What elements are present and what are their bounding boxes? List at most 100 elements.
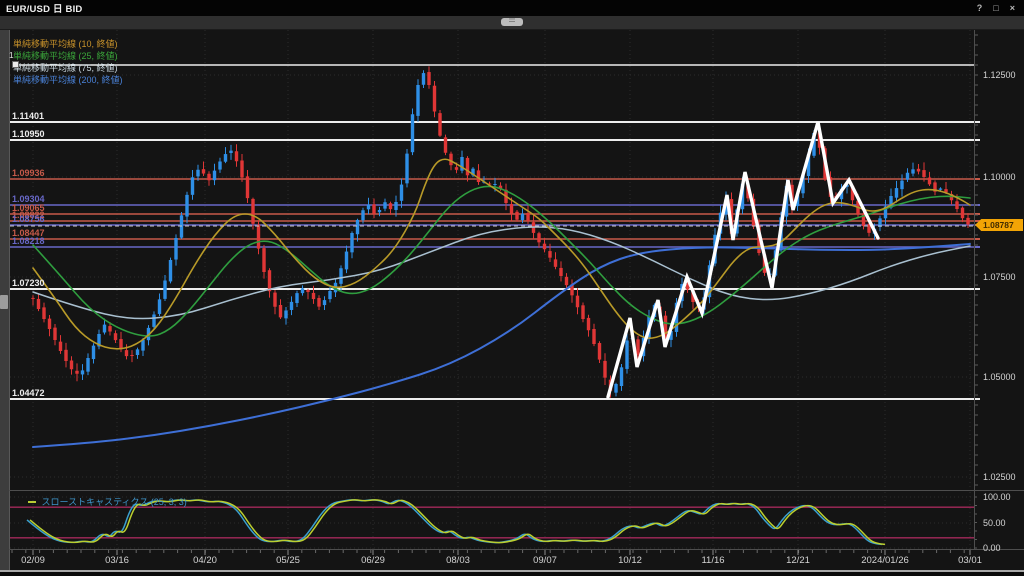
candle-body (168, 260, 173, 282)
candle-body (124, 350, 129, 357)
level-axis-mark (974, 238, 980, 240)
candle-body (410, 114, 415, 153)
candle-body (80, 370, 85, 375)
divider-stoch-bottom (9, 549, 1024, 550)
collapse-handle-button[interactable]: ::: (501, 18, 523, 26)
candle-body (548, 251, 552, 258)
price-tick-label: 1.05000 (983, 372, 1016, 382)
stoch-legend-label: スローストキャスティクス (25, 3, 3) (41, 497, 187, 507)
candle-body (256, 224, 261, 249)
level-price-label: 1.09936 (12, 168, 45, 178)
candle-body (911, 169, 915, 174)
candle-body (432, 85, 437, 112)
candle-body (218, 161, 222, 170)
candle-body (229, 150, 233, 154)
candle-body (267, 270, 272, 292)
date-label: 04/20 (193, 555, 217, 566)
stoch-legend[interactable]: スローストキャスティクス (25, 3, 3) (28, 495, 187, 508)
date-label: 03/01 (958, 555, 982, 566)
candle-body (416, 85, 420, 116)
candle-body (245, 176, 250, 199)
price-tick-label: 1.02500 (983, 472, 1016, 482)
candle-body (278, 304, 283, 318)
candle-body (322, 300, 327, 306)
level-axis-mark (974, 398, 980, 400)
level-price-label: 1.11401 (12, 111, 45, 121)
main-plot-layer (10, 30, 974, 490)
date-label: 03/16 (105, 555, 129, 566)
candle-body (141, 339, 145, 351)
candle-body (190, 177, 195, 195)
stoch-tick-label: 50.00 (983, 518, 1006, 528)
date-axis[interactable]: 02/09 03/16 04/20 05/25 06/29 08/03 09/07 10/12… (9, 552, 986, 570)
candle-body (113, 333, 118, 341)
price-tick-label: 1.10000 (983, 172, 1016, 182)
candle-body (900, 180, 904, 190)
candle-body (625, 340, 629, 369)
candle-body (966, 217, 970, 225)
candle-body (520, 213, 525, 221)
legend-item-sma[interactable]: 単純移動平均線 (200, 終値) (13, 73, 123, 86)
candle-body (163, 280, 167, 299)
date-label: 05/25 (276, 555, 300, 566)
drawn-line-number-label: 1 (9, 51, 14, 60)
title-bar: EUR/USD 日 BID ? □ × (0, 0, 1024, 16)
candle-body (311, 292, 316, 300)
candle-body (212, 170, 217, 181)
drawn-line-handle[interactable] (12, 61, 19, 68)
level-price-label: 1.04472 (12, 388, 45, 398)
candle-body (251, 198, 255, 224)
candle-body (196, 169, 200, 177)
candle-body (91, 345, 96, 360)
candle-body (174, 238, 178, 260)
sma25-line (32, 185, 971, 337)
candle-body (223, 154, 228, 162)
candle-body (955, 201, 959, 209)
zigzag-drawing (606, 121, 880, 399)
level-axis-mark (974, 121, 980, 123)
date-label: 12/21 (786, 555, 810, 566)
candle-body (75, 370, 79, 374)
chart-window: EUR/USD 日 BID ? □ × ::: 単純移動平均線 (10, 終値)… (0, 0, 1024, 576)
date-label: 2024/01/26 (861, 555, 909, 566)
level-axis-mark (974, 139, 980, 141)
candle-body (42, 307, 46, 319)
candle-body (619, 367, 624, 386)
candle-body (597, 343, 602, 360)
candle-body (559, 267, 563, 276)
stoch-tick-label: 0.00 (983, 543, 1001, 553)
candle-body (553, 259, 558, 267)
candle-body (36, 298, 41, 309)
candle-body (614, 384, 618, 393)
candle-body (273, 292, 277, 307)
level-price-label: 1.08218 (12, 236, 45, 246)
candle-body (493, 184, 497, 185)
level-axis-mark (974, 288, 980, 290)
window-bottom-frame (0, 572, 1024, 576)
candle-body (108, 326, 112, 332)
candle-body (372, 204, 376, 214)
divider-price-axis (974, 30, 975, 550)
candle-body (344, 251, 349, 270)
candle-body (366, 204, 371, 210)
candle-body (47, 318, 52, 329)
left-panel-handle[interactable] (0, 295, 8, 309)
candle-body (207, 173, 211, 181)
candle-body (509, 204, 514, 214)
candle-body (388, 203, 393, 210)
candle-body (922, 170, 926, 177)
stoch-tick-label: 100.00 (983, 492, 1011, 502)
candle-body (306, 290, 310, 292)
divider-stoch-top[interactable] (9, 490, 1024, 491)
candle-body (575, 295, 580, 308)
candle-body (157, 299, 162, 314)
help-button[interactable]: ? (977, 0, 983, 16)
candle-body (465, 157, 470, 176)
maximize-button[interactable]: □ (993, 0, 998, 16)
candle-body (927, 177, 932, 185)
candle-body (289, 301, 294, 310)
candle-body (564, 276, 569, 286)
candle-body (355, 219, 360, 235)
candle-body (185, 194, 189, 217)
close-button[interactable]: × (1010, 0, 1015, 16)
